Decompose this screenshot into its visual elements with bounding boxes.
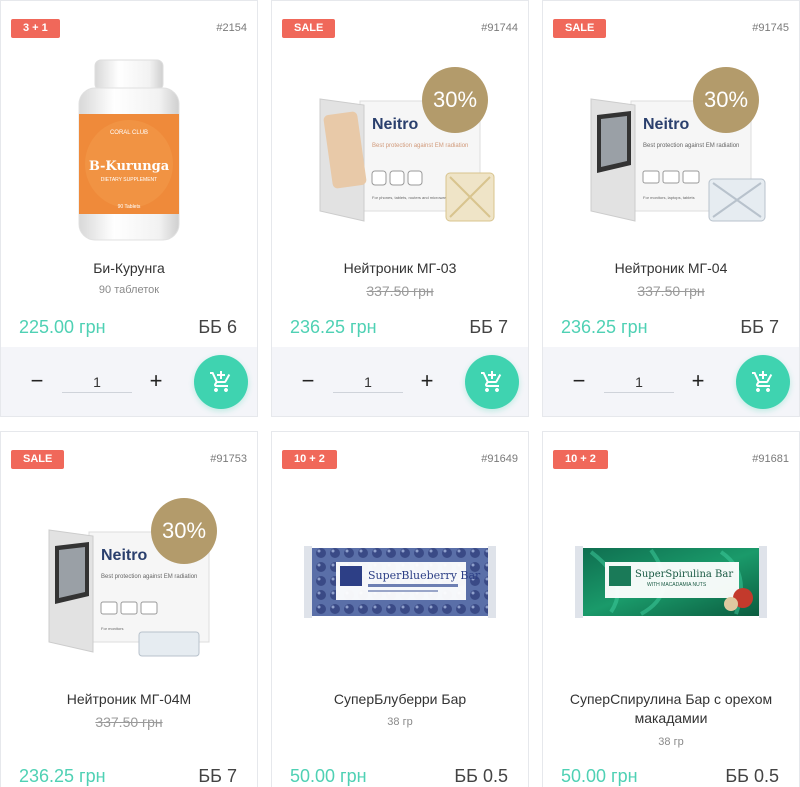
add-to-cart-icon xyxy=(752,371,773,392)
product-bb-points: ББ 0.5 xyxy=(725,766,779,786)
svg-text:Best protection against EM rad: Best protection against EM radiation xyxy=(101,574,197,580)
svg-text:B-Kurunga: B-Kurunga xyxy=(89,159,170,174)
promo-badge: 10 + 2 xyxy=(553,450,608,469)
quantity-increase-button[interactable]: + xyxy=(144,369,168,393)
product-image[interactable]: Neitro Best protection against EM radiat… xyxy=(272,51,528,251)
product-name[interactable]: СуперСпирулина Бар с орехом макадамии xyxy=(553,690,789,728)
product-sku: #91753 xyxy=(210,453,247,465)
product-image[interactable]: Neitro Best protection against EM radiat… xyxy=(543,51,799,251)
product-card[interactable]: SALE #91744 Neitro Best protection again… xyxy=(271,0,529,417)
svg-text:Neitro: Neitro xyxy=(101,547,147,564)
add-to-cart-icon xyxy=(210,371,231,392)
minus-icon: − xyxy=(572,368,586,393)
product-sku: #91745 xyxy=(752,22,789,34)
svg-text:For monitors: For monitors xyxy=(101,626,123,631)
product-subtitle: 38 гр xyxy=(387,716,413,728)
product-image[interactable]: Neitro Best protection against EM radiat… xyxy=(1,482,257,682)
product-name[interactable]: СуперБлуберри Бар xyxy=(282,690,518,709)
svg-text:DIETARY SUPPLEMENT: DIETARY SUPPLEMENT xyxy=(101,177,157,183)
product-sku: #91649 xyxy=(481,453,518,465)
product-name[interactable]: Нейтроник МГ-03 xyxy=(282,259,518,278)
product-image[interactable]: SuperBlueberry Bar xyxy=(272,482,528,682)
product-image[interactable]: CORAL CLUB B-Kurunga DIETARY SUPPLEMENT … xyxy=(1,51,257,251)
product-sku: #2154 xyxy=(216,22,247,34)
old-price: 337.50 грн xyxy=(95,714,163,730)
promo-badge: 3 + 1 xyxy=(11,19,60,38)
product-subtitle: 90 таблеток xyxy=(98,284,160,296)
quantity-decrease-button[interactable]: − xyxy=(567,369,591,393)
svg-text:Neitro: Neitro xyxy=(372,116,418,133)
svg-text:90 Tablets: 90 Tablets xyxy=(118,204,141,210)
svg-text:Neitro: Neitro xyxy=(643,116,689,133)
product-price: 50.00 грн xyxy=(561,766,638,786)
product-price: 225.00 грн xyxy=(19,317,106,337)
plus-icon: + xyxy=(149,368,163,393)
plus-icon: + xyxy=(691,368,705,393)
discount-badge: 30% xyxy=(422,67,488,133)
product-card[interactable]: SALE #91745 Neitro Best protection again… xyxy=(542,0,800,417)
product-card[interactable]: 10 + 2 #91649 SuperBlueberry Bar СуперБл… xyxy=(271,431,529,787)
quantity-input[interactable] xyxy=(333,371,403,393)
supplement-jar-image: CORAL CLUB B-Kurunga DIETARY SUPPLEMENT … xyxy=(78,59,180,241)
quantity-increase-button[interactable]: + xyxy=(686,369,710,393)
add-to-cart-button[interactable] xyxy=(465,355,519,409)
plus-icon: + xyxy=(420,368,434,393)
product-price: 236.25 грн xyxy=(290,317,377,337)
svg-text:For monitors, laptops, tablets: For monitors, laptops, tablets xyxy=(643,195,695,200)
promo-badge: 10 + 2 xyxy=(282,450,337,469)
product-price: 50.00 грн xyxy=(290,766,367,786)
svg-text:SuperBlueberry Bar: SuperBlueberry Bar xyxy=(368,569,481,582)
product-bb-points: ББ 7 xyxy=(740,317,779,337)
quantity-decrease-button[interactable]: − xyxy=(25,369,49,393)
product-price: 236.25 грн xyxy=(19,766,106,786)
promo-badge: SALE xyxy=(553,19,607,38)
spirulina-bar-image: SuperSpirulina Bar WITH MACADAMIA NUTS xyxy=(575,546,767,618)
cart-actions: − + xyxy=(272,347,528,416)
svg-text:CORAL CLUB: CORAL CLUB xyxy=(110,130,148,136)
product-card[interactable]: 3 + 1 #2154 CORAL CLUB B-Kurunga DIETARY… xyxy=(0,0,258,417)
product-image[interactable]: SuperSpirulina Bar WITH MACADAMIA NUTS xyxy=(543,482,799,682)
discount-badge: 30% xyxy=(693,67,759,133)
product-sku: #91744 xyxy=(481,22,518,34)
svg-text:WITH MACADAMIA NUTS: WITH MACADAMIA NUTS xyxy=(647,582,707,588)
product-name[interactable]: Нейтроник МГ-04 xyxy=(553,259,789,278)
old-price: 337.50 грн xyxy=(637,283,705,299)
promo-badge: SALE xyxy=(282,19,336,38)
old-price: 337.50 грн xyxy=(366,283,434,299)
svg-text:SuperSpirulina Bar: SuperSpirulina Bar xyxy=(635,569,733,580)
quantity-input[interactable] xyxy=(62,371,132,393)
product-sku: #91681 xyxy=(752,453,789,465)
product-card[interactable]: SALE #91753 Neitro Best protection again… xyxy=(0,431,258,787)
cart-actions: − + xyxy=(543,347,799,416)
svg-text:Best protection against EM rad: Best protection against EM radiation xyxy=(643,143,739,149)
product-card[interactable]: 10 + 2 #91681 SuperSpirulina Bar WITH MA… xyxy=(542,431,800,787)
product-bb-points: ББ 0.5 xyxy=(454,766,508,786)
svg-text:Best protection against EM rad: Best protection against EM radiation xyxy=(372,143,468,149)
minus-icon: − xyxy=(30,368,44,393)
cart-actions: − + xyxy=(1,347,257,416)
add-to-cart-icon xyxy=(481,371,502,392)
minus-icon: − xyxy=(301,368,315,393)
quantity-input[interactable] xyxy=(604,371,674,393)
quantity-decrease-button[interactable]: − xyxy=(296,369,320,393)
promo-badge: SALE xyxy=(11,450,65,469)
add-to-cart-button[interactable] xyxy=(736,355,790,409)
blueberry-bar-image: SuperBlueberry Bar xyxy=(304,546,496,618)
add-to-cart-button[interactable] xyxy=(194,355,248,409)
quantity-increase-button[interactable]: + xyxy=(415,369,439,393)
discount-badge: 30% xyxy=(151,498,217,564)
product-name[interactable]: Нейтроник МГ-04М xyxy=(11,690,247,709)
product-bb-points: ББ 6 xyxy=(198,317,237,337)
product-name[interactable]: Би-Курунга xyxy=(11,259,247,278)
product-bb-points: ББ 7 xyxy=(469,317,508,337)
product-bb-points: ББ 7 xyxy=(198,766,237,786)
product-price: 236.25 грн xyxy=(561,317,648,337)
product-subtitle: 38 гр xyxy=(658,736,684,748)
